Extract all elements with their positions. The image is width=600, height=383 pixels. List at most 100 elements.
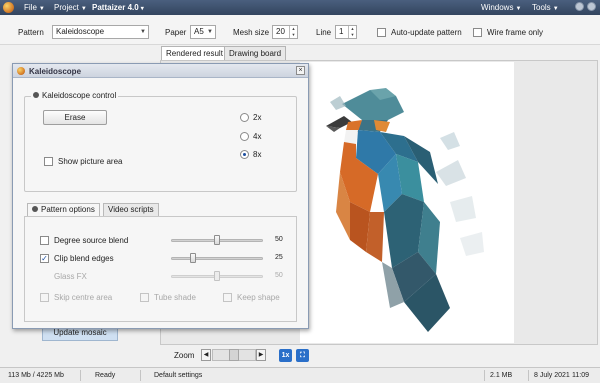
- chevron-down-icon: ▼: [207, 29, 213, 35]
- menu-windows-label: Windows: [481, 3, 514, 12]
- dropdown-arrow-icon: ▾: [140, 6, 144, 12]
- show-picture-label: Show picture area: [58, 157, 123, 166]
- paper-label: Paper: [165, 28, 187, 37]
- status-divider: [80, 370, 81, 381]
- mesh-size-value: 20: [276, 27, 285, 36]
- minimize-button[interactable]: [575, 2, 584, 11]
- pattern-select-value: Kaleidoscope: [56, 27, 105, 36]
- wire-frame-checkbox[interactable]: [473, 28, 482, 37]
- degree-source-blend-value: 50: [275, 236, 283, 243]
- auto-update-checkbox[interactable]: [377, 28, 386, 37]
- line-stepper[interactable]: 1 ▲ ▼: [335, 25, 357, 39]
- zoom-in-button[interactable]: ▶: [256, 349, 266, 361]
- fit-screen-button[interactable]: ⛶: [296, 349, 309, 362]
- radio-4x[interactable]: [240, 132, 249, 141]
- chevron-down-icon: ▼: [140, 29, 146, 35]
- status-state: Ready: [95, 372, 116, 379]
- radio-2x[interactable]: [240, 113, 249, 122]
- stepper-arrows-icon[interactable]: ▲ ▼: [289, 26, 297, 38]
- pattern-label: Pattern: [18, 28, 44, 37]
- toolbar: Pattern Kaleidoscope ▼ Paper A5 ▼ Mesh s…: [0, 15, 600, 45]
- keep-shape-checkbox[interactable]: [223, 293, 232, 302]
- kaleidoscope-control-title: Kaleidoscope control: [31, 91, 119, 100]
- clip-blend-edges-checkbox[interactable]: ✓: [40, 254, 49, 263]
- menu-bar: File ▼ Project ▼ Pattaizer 4.0 ▾ Windows ▼ T…: [0, 0, 600, 15]
- show-picture-checkbox[interactable]: [44, 157, 53, 166]
- radio-8x[interactable]: [240, 150, 249, 159]
- fit-screen-icon: ⛶: [300, 352, 305, 359]
- status-divider: [484, 370, 485, 381]
- keep-shape-label: Keep shape: [237, 293, 280, 302]
- status-file-size: 2.1 MB: [490, 372, 513, 379]
- zoom-1x-button[interactable]: 1x: [279, 349, 292, 362]
- tube-shade-checkbox[interactable]: [140, 293, 149, 302]
- dialog-titlebar[interactable]: Kaleidoscope ×: [13, 64, 308, 78]
- status-divider: [140, 370, 141, 381]
- menu-project[interactable]: Project ▼: [54, 3, 87, 12]
- dialog-title: Kaleidoscope: [29, 67, 82, 76]
- menu-file-label: File: [24, 3, 37, 12]
- bullet-icon: [32, 206, 38, 212]
- chevron-down-icon: ▼: [38, 6, 45, 12]
- mesh-size-label: Mesh size: [233, 28, 270, 37]
- chevron-down-icon: ▼: [552, 6, 559, 12]
- chevron-left-icon: ◀: [203, 352, 209, 358]
- zoom-label: Zoom: [174, 351, 195, 360]
- skip-centre-area-label: Skip centre area: [54, 293, 113, 302]
- clip-blend-edges-label: Clip blend edges: [54, 254, 114, 263]
- menu-project-label: Project: [54, 3, 79, 12]
- radio-2x-label: 2x: [253, 113, 262, 122]
- radio-8x-label: 8x: [253, 150, 262, 159]
- rendered-canvas[interactable]: [300, 62, 514, 343]
- paper-select-value: A5: [194, 27, 204, 36]
- menu-tools[interactable]: Tools ▼: [532, 3, 559, 12]
- zoom-out-button[interactable]: ◀: [201, 349, 211, 361]
- tab-drawing-board[interactable]: Drawing board: [224, 46, 287, 60]
- line-value: 1: [339, 27, 344, 36]
- chevron-down-icon: ▼: [80, 6, 87, 12]
- zoom-slider-thumb[interactable]: [229, 349, 239, 361]
- clip-blend-edges-value: 25: [275, 254, 283, 261]
- erase-button[interactable]: Erase: [43, 110, 107, 125]
- pattern-select[interactable]: Kaleidoscope ▼: [52, 25, 149, 39]
- status-bar: 113 Mb / 4225 Mb Ready Default settings …: [0, 367, 600, 383]
- chevron-down-icon: ▼: [515, 6, 522, 12]
- tab-pattern-options[interactable]: Pattern options: [27, 203, 100, 217]
- window-controls: [575, 2, 596, 11]
- tab-video-scripts[interactable]: Video scripts: [103, 203, 159, 216]
- degree-source-blend-checkbox[interactable]: [40, 236, 49, 245]
- degree-source-blend-thumb[interactable]: [214, 235, 220, 245]
- menu-tools-label: Tools: [532, 3, 551, 12]
- status-date: 8 July 2021: [534, 372, 570, 379]
- status-memory: 113 Mb / 4225 Mb: [8, 372, 64, 379]
- tube-shade-label: Tube shade: [154, 293, 196, 302]
- kaleidoscope-control-label: Kaleidoscope control: [42, 91, 117, 100]
- kaleidoscope-dialog: Kaleidoscope × Kaleidoscope control Eras…: [12, 63, 309, 329]
- app-logo-icon: [3, 2, 14, 13]
- paper-select[interactable]: A5 ▼: [190, 25, 216, 39]
- chevron-right-icon: ▶: [258, 352, 264, 358]
- skip-centre-area-checkbox[interactable]: [40, 293, 49, 302]
- maximize-button[interactable]: [587, 2, 596, 11]
- status-settings: Default settings: [154, 372, 203, 379]
- mesh-size-stepper[interactable]: 20 ▲ ▼: [272, 25, 298, 39]
- clip-blend-edges-slider[interactable]: [171, 257, 263, 260]
- glass-fx-thumb[interactable]: [214, 271, 220, 281]
- glass-fx-label: Glass FX: [54, 272, 87, 281]
- line-label: Line: [316, 28, 332, 37]
- tab-rendered-result[interactable]: Rendered result: [161, 46, 228, 61]
- close-icon[interactable]: ×: [296, 66, 305, 75]
- app-title-label: Pattaizer 4.0: [92, 3, 139, 12]
- radio-4x-label: 4x: [253, 132, 262, 141]
- wire-frame-label: Wire frame only: [487, 28, 544, 37]
- stepper-arrows-icon[interactable]: ▲ ▼: [348, 26, 356, 38]
- clip-blend-edges-thumb[interactable]: [190, 253, 196, 263]
- kingfisher-mosaic-image: [326, 88, 484, 332]
- status-time: 11:09: [572, 372, 589, 379]
- app-logo-icon: [17, 67, 25, 75]
- degree-source-blend-label: Degree source blend: [54, 236, 129, 245]
- menu-windows[interactable]: Windows ▼: [481, 3, 521, 12]
- menu-file[interactable]: File ▼: [24, 3, 45, 12]
- app-title: Pattaizer 4.0 ▾: [92, 3, 144, 12]
- auto-update-label: Auto-update pattern: [391, 28, 462, 37]
